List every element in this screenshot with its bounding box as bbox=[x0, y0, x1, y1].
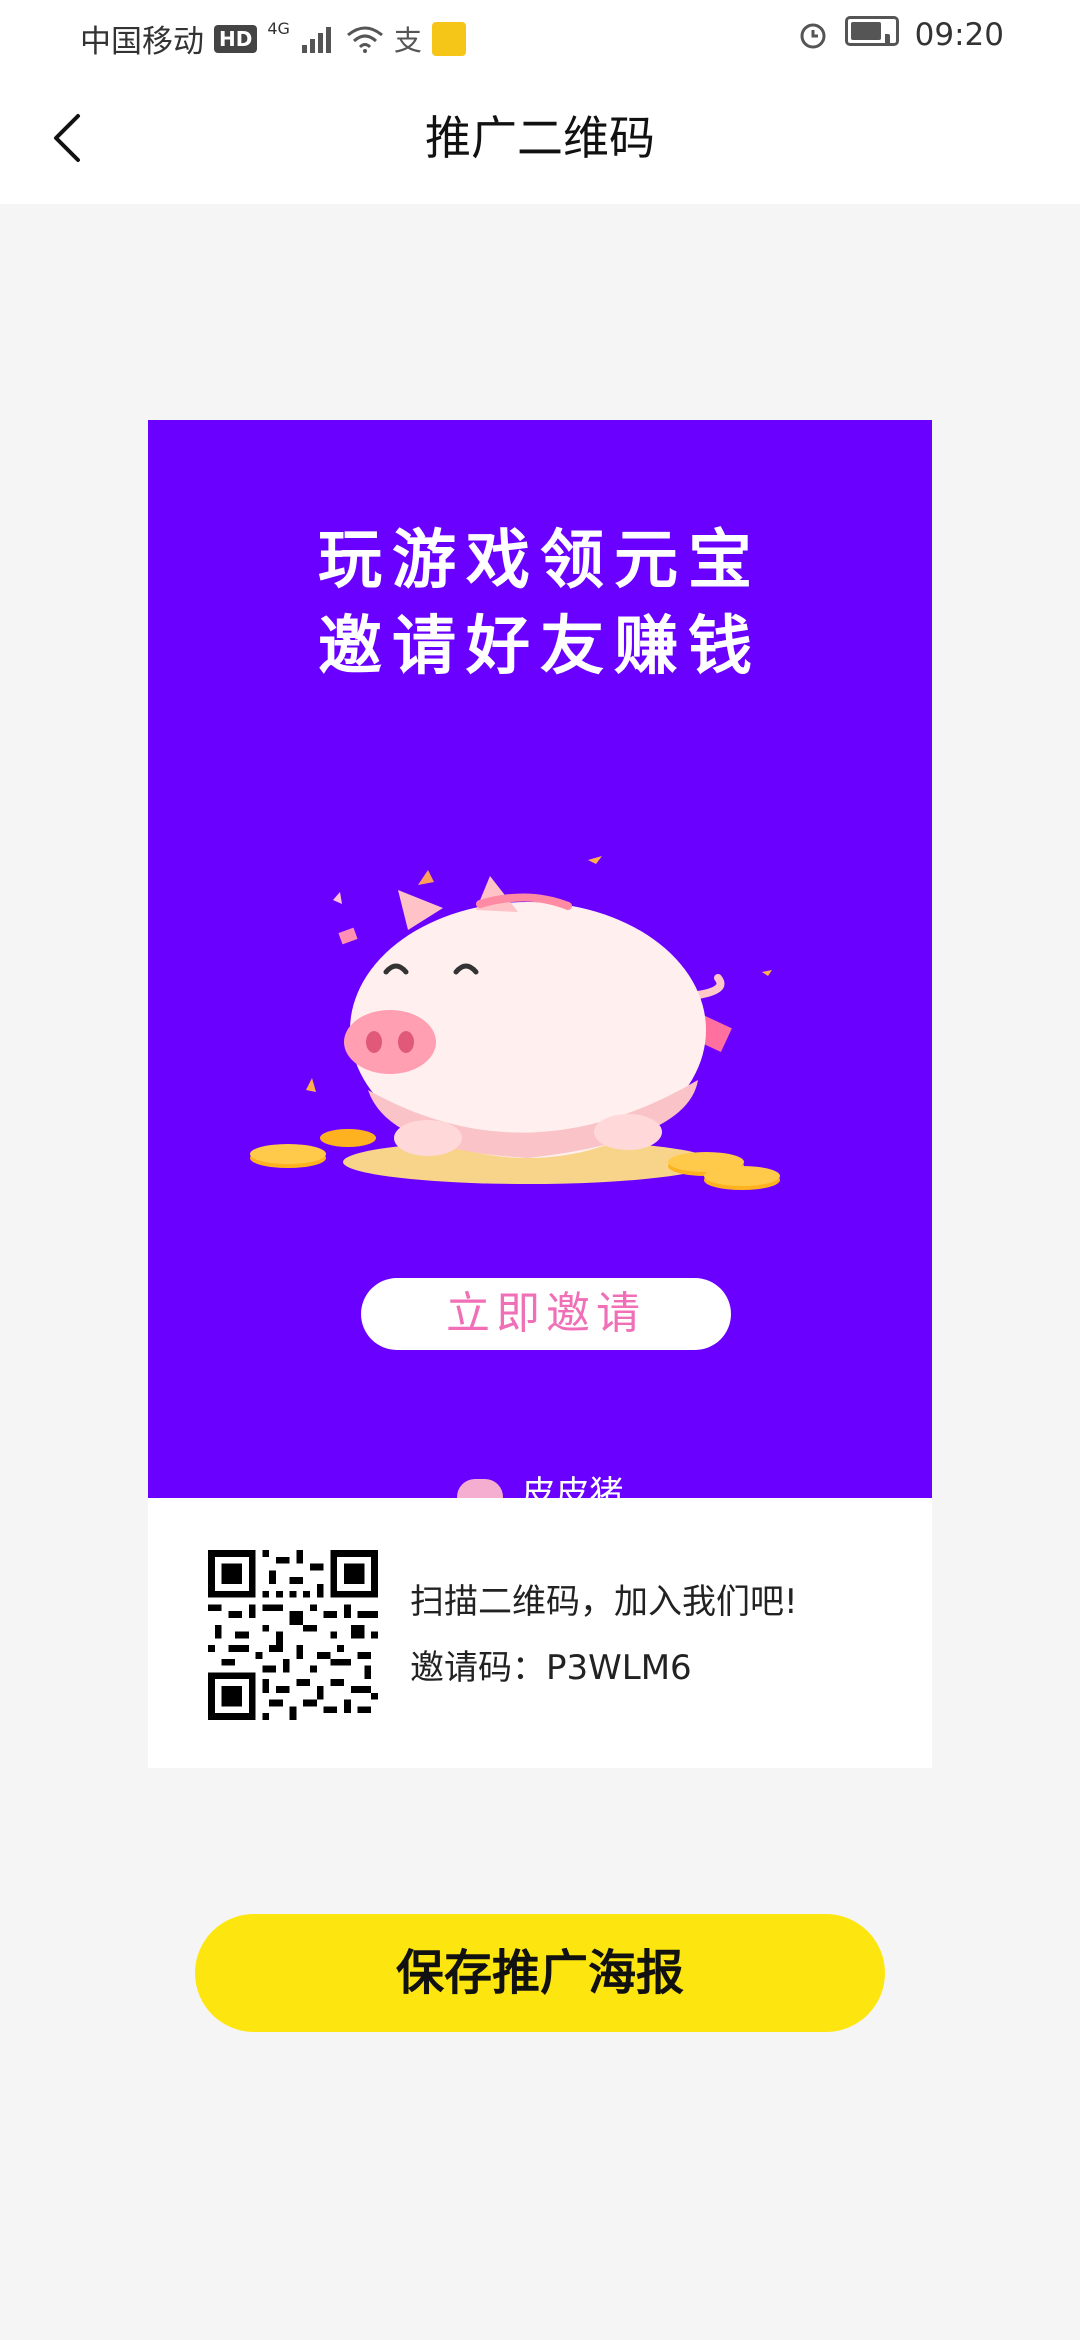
pig-logo-icon bbox=[456, 1478, 503, 1498]
clock: 09:20 bbox=[914, 17, 1004, 53]
alipay-icon: 支 bbox=[393, 23, 422, 57]
alarm-icon bbox=[800, 23, 826, 49]
signal-icon bbox=[301, 26, 331, 53]
promo-poster: 玩游戏领元宝 邀请好友赚钱 立即邀请 皮皮猪 bbox=[148, 420, 932, 1498]
status-right: 09:20 bbox=[797, 16, 1004, 54]
invite-code-text: 邀请码：P3WLM6 bbox=[410, 1648, 692, 1688]
app-notification-icon bbox=[431, 21, 466, 56]
piggy-bank-illustration bbox=[250, 856, 780, 1190]
status-bar: 中国移动 HD 4G 支 09:20 bbox=[0, 0, 1080, 72]
hd-icon: HD bbox=[214, 24, 258, 53]
header: 推广二维码 bbox=[0, 72, 1080, 204]
page-title: 推广二维码 bbox=[425, 111, 655, 165]
scan-prompt-text: 扫描二维码，加入我们吧! bbox=[410, 1582, 798, 1622]
poster-headline: 玩游戏领元宝 邀请好友赚钱 bbox=[148, 518, 932, 690]
qr-card: 扫描二维码，加入我们吧! 邀请码：P3WLM6 bbox=[148, 1498, 932, 1768]
poster-headline-line1: 玩游戏领元宝 bbox=[318, 524, 762, 598]
invite-now-button[interactable]: 立即邀请 bbox=[361, 1278, 731, 1350]
network-type-label: 4G bbox=[267, 19, 290, 38]
status-left: 中国移动 HD 4G 支 bbox=[80, 16, 466, 61]
poster-headline-line2: 邀请好友赚钱 bbox=[318, 610, 762, 684]
save-poster-button[interactable]: 保存推广海报 bbox=[195, 1914, 885, 2032]
qr-code bbox=[208, 1550, 378, 1720]
carrier-label: 中国移动 bbox=[80, 24, 204, 60]
wifi-icon bbox=[346, 26, 383, 53]
battery-icon bbox=[844, 16, 899, 54]
brand-name: 皮皮猪 bbox=[521, 1474, 624, 1498]
brand-logo: 皮皮猪 bbox=[148, 1466, 932, 1498]
